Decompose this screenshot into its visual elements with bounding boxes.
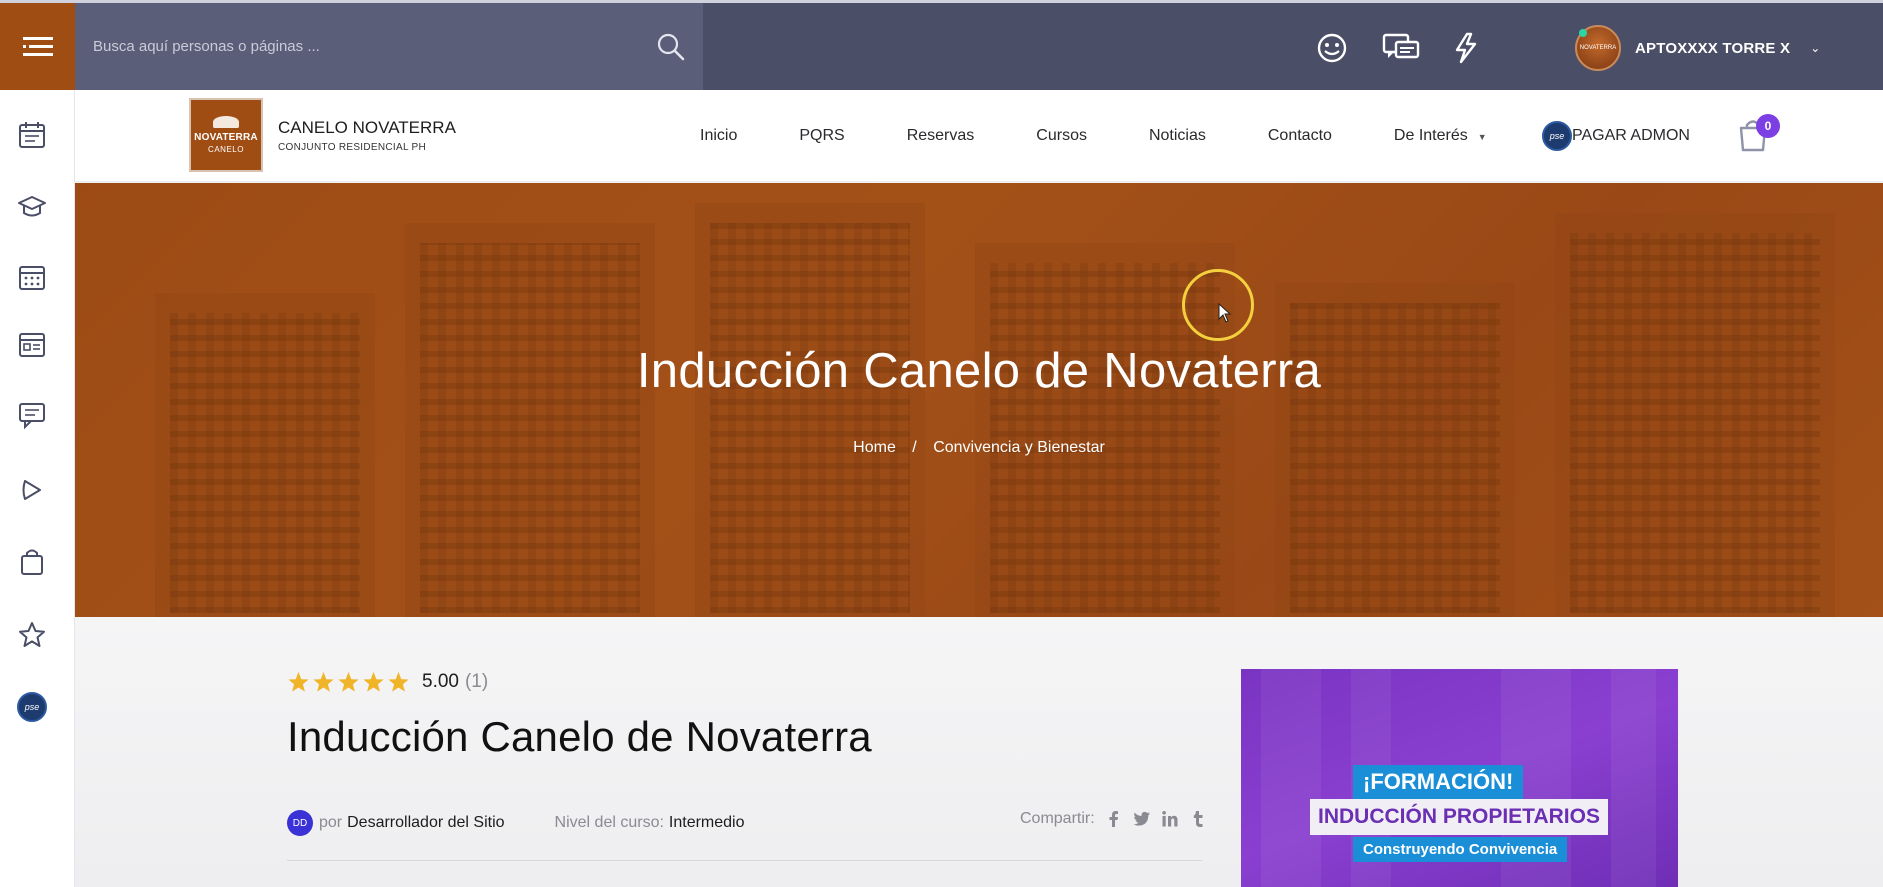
pse-icon: pse xyxy=(1542,121,1572,151)
cart-count-badge: 0 xyxy=(1756,114,1780,138)
course-rating: 5.00 (1) xyxy=(287,671,488,693)
calendar-icon[interactable] xyxy=(17,120,47,150)
hamburger-icon xyxy=(22,36,53,56)
nav-pqrs[interactable]: PQRS xyxy=(799,127,844,145)
logo-line1: NOVATERRA xyxy=(194,132,258,143)
search-box xyxy=(75,3,703,90)
promo-subtitle: Construyendo Convivencia xyxy=(1353,837,1568,862)
nav-reservas[interactable]: Reservas xyxy=(907,127,975,145)
chat-icon[interactable] xyxy=(17,400,47,430)
emoji-icon[interactable] xyxy=(1315,31,1349,65)
shopping-bag-icon[interactable] xyxy=(17,547,47,577)
breadcrumb: Home / Convivencia y Bienestar xyxy=(75,439,1883,457)
linkedin-icon[interactable] xyxy=(1161,810,1179,828)
nav-contacto[interactable]: Contacto xyxy=(1268,127,1332,145)
star-filled-icon xyxy=(338,671,359,692)
share-label: Compartir: xyxy=(1020,810,1095,827)
online-status-dot xyxy=(1579,29,1587,37)
nav-cursos[interactable]: Cursos xyxy=(1036,127,1087,145)
site-name[interactable]: CANELO NOVATERRA xyxy=(278,118,456,138)
logo-mark-icon xyxy=(213,116,239,128)
facebook-icon[interactable] xyxy=(1105,810,1123,828)
content-divider xyxy=(287,860,1202,861)
promo-headline: ¡FORMACIÓN! xyxy=(1353,765,1524,799)
nav-de-interes-label: De Interés xyxy=(1393,127,1468,144)
events-calendar-icon[interactable] xyxy=(17,262,47,292)
course-promo-image[interactable]: ¡FORMACIÓN! INDUCCIÓN PROPIETARIOS Const… xyxy=(1241,669,1678,887)
messages-icon[interactable] xyxy=(1382,31,1420,65)
main-nav: Inicio PQRS Reservas Cursos Noticias Con… xyxy=(700,90,1549,182)
twitter-icon[interactable] xyxy=(1133,810,1151,828)
mouse-cursor-icon xyxy=(1218,303,1232,323)
author-avatar[interactable]: DD xyxy=(287,810,313,836)
pay-admin-label: PAGAR ADMON xyxy=(1572,127,1690,144)
star-icon[interactable] xyxy=(17,620,47,650)
user-menu[interactable]: NOVATERRA APTOXXXX TORRE X ⌄ xyxy=(1575,23,1820,73)
pay-admin-button[interactable]: pse PAGAR ADMON xyxy=(1542,121,1690,151)
rating-count: (1) xyxy=(464,671,489,692)
menu-toggle-button[interactable] xyxy=(0,3,75,90)
tumblr-icon[interactable] xyxy=(1189,810,1207,828)
avatar-text: NOVATERRA xyxy=(1579,45,1617,51)
notifications-icon[interactable] xyxy=(1449,31,1483,65)
breadcrumb-category[interactable]: Convivencia y Bienestar xyxy=(933,439,1105,456)
author-prefix: por xyxy=(319,814,343,831)
chevron-down-icon: ⌄ xyxy=(1810,41,1821,55)
avatar: NOVATERRA xyxy=(1575,25,1621,71)
nav-de-interes[interactable]: De Interés ▼ xyxy=(1394,127,1487,145)
site-logo[interactable]: NOVATERRA CANELO xyxy=(189,98,263,172)
star-filled-icon xyxy=(313,671,334,692)
share-bar: Compartir: xyxy=(1020,810,1207,828)
graduation-cap-icon[interactable] xyxy=(17,192,47,222)
author-name[interactable]: Desarrollador del Sitio xyxy=(347,814,504,832)
logo-line2: CANELO xyxy=(208,145,244,154)
user-name: APTOXXXX TORRE X xyxy=(1635,39,1791,57)
level-label: Nivel del curso: xyxy=(554,814,664,831)
course-title: Inducción Canelo de Novaterra xyxy=(287,713,872,760)
site-subtitle: CONJUNTO RESIDENCIAL PH xyxy=(278,142,427,153)
caret-down-icon: ▼ xyxy=(1477,132,1487,142)
search-input[interactable] xyxy=(93,26,653,67)
breadcrumb-separator: / xyxy=(912,439,917,456)
left-sidebar: pse xyxy=(0,90,75,887)
promo-title: INDUCCIÓN PROPIETARIOS xyxy=(1310,799,1608,835)
star-filled-icon xyxy=(363,671,384,692)
breadcrumb-home[interactable]: Home xyxy=(853,439,896,456)
search-icon[interactable] xyxy=(655,31,687,63)
star-filled-icon xyxy=(288,671,309,692)
nav-inicio[interactable]: Inicio xyxy=(700,127,737,145)
top-bar: NOVATERRA APTOXXXX TORRE X ⌄ xyxy=(0,0,1883,90)
level-value: Intermedio xyxy=(668,814,745,831)
rating-value: 5.00 xyxy=(422,671,459,692)
nav-noticias[interactable]: Noticias xyxy=(1149,127,1206,145)
hero-title: Inducción Canelo de Novaterra xyxy=(636,344,1322,398)
play-icon[interactable] xyxy=(17,475,47,505)
hero-banner: Inducción Canelo de Novaterra Home / Con… xyxy=(75,183,1883,617)
site-header: NOVATERRA CANELO CANELO NOVATERRA CONJUN… xyxy=(75,90,1883,182)
pse-payment-icon[interactable]: pse xyxy=(17,692,47,722)
star-filled-icon xyxy=(388,671,409,692)
course-meta: DD por Desarrollador del Sitio Nivel del… xyxy=(287,810,745,836)
news-icon[interactable] xyxy=(17,330,47,360)
